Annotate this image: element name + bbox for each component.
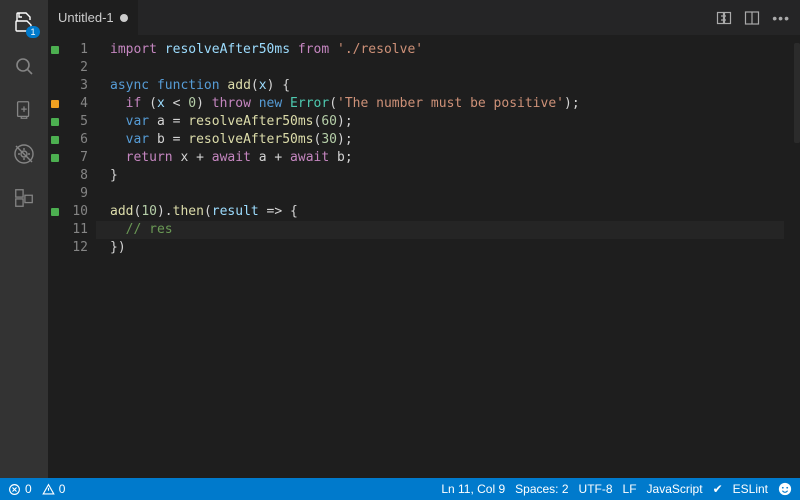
- search-icon[interactable]: [10, 52, 38, 80]
- tab-untitled-1[interactable]: Untitled-1: [48, 0, 139, 35]
- status-errors[interactable]: 0: [8, 482, 32, 496]
- editor-body[interactable]: 123456789101112 import resolveAfter50ms …: [48, 35, 800, 478]
- status-language[interactable]: JavaScript: [647, 482, 703, 496]
- explorer-icon[interactable]: 1: [10, 8, 38, 36]
- more-actions-icon[interactable]: •••: [772, 10, 790, 26]
- status-cursor-position[interactable]: Ln 11, Col 9: [441, 482, 505, 496]
- status-eslint[interactable]: ESLint: [733, 482, 768, 496]
- code-area[interactable]: import resolveAfter50ms from './resolve'…: [96, 35, 792, 478]
- status-warnings[interactable]: 0: [42, 482, 66, 496]
- status-check-icon[interactable]: ✔: [713, 482, 723, 496]
- activity-bar: 1: [0, 0, 48, 478]
- minimap[interactable]: [792, 35, 800, 478]
- source-control-icon[interactable]: [10, 96, 38, 124]
- extensions-icon[interactable]: [10, 184, 38, 212]
- debug-icon[interactable]: [10, 140, 38, 168]
- status-encoding[interactable]: UTF-8: [579, 482, 613, 496]
- tab-bar: Untitled-1 •••: [48, 0, 800, 35]
- status-indent[interactable]: Spaces: 2: [515, 482, 568, 496]
- gutter-markers: [48, 35, 62, 478]
- split-editor-icon[interactable]: [744, 10, 760, 26]
- explorer-badge: 1: [26, 26, 40, 38]
- compare-changes-icon[interactable]: [716, 10, 732, 26]
- status-feedback-icon[interactable]: [778, 482, 792, 496]
- status-bar: 0 0 Ln 11, Col 9 Spaces: 2 UTF-8 LF Java…: [0, 478, 800, 500]
- tab-dirty-dot-icon: [120, 14, 128, 22]
- tab-title: Untitled-1: [58, 10, 114, 25]
- status-eol[interactable]: LF: [623, 482, 637, 496]
- line-numbers: 123456789101112: [62, 35, 96, 478]
